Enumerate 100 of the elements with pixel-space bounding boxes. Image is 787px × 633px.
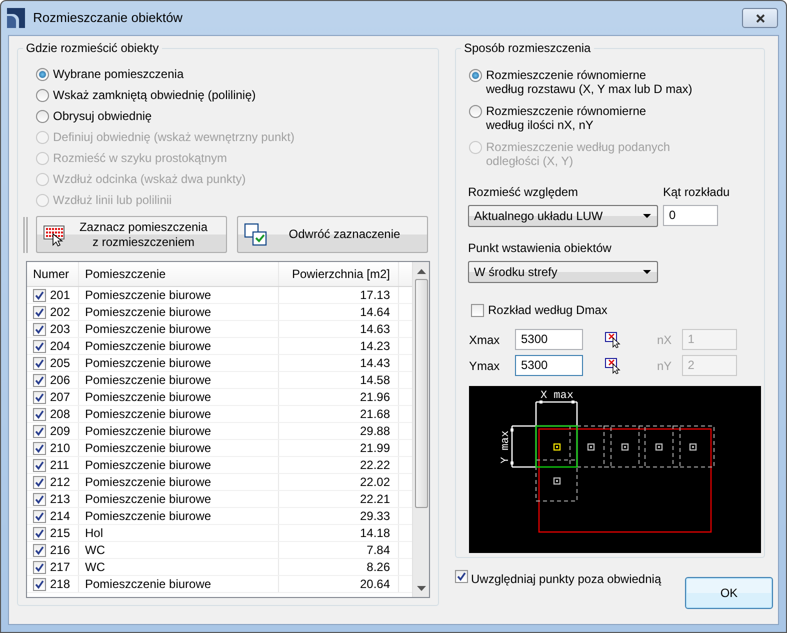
caret-icon (643, 214, 651, 218)
field-label: Punkt wstawienia obiektów (468, 240, 612, 257)
cell-outline (536, 460, 578, 502)
field-label: Ymax (469, 358, 501, 374)
dimension-label: Y max (500, 430, 512, 464)
table-cell: 20.64 (279, 576, 399, 592)
checkbox[interactable] (33, 288, 46, 302)
checkbox[interactable] (33, 526, 46, 540)
ok-button[interactable]: OK (685, 577, 773, 609)
radio-label: Wskaż zamkniętą obwiednię (polilinię) (53, 88, 256, 102)
table-cell: 203 (50, 320, 70, 338)
radio-button[interactable] (36, 68, 49, 81)
radio-button[interactable] (469, 69, 482, 82)
table-cell: 22.22 (279, 457, 399, 473)
table-cell: 214 (50, 508, 70, 524)
checkbox[interactable] (33, 578, 46, 590)
angle-field[interactable]: 0 (663, 205, 718, 226)
table-cell: Pomieszczenie biurowe (79, 576, 279, 592)
field-label: Xmax (469, 332, 501, 348)
table-cell: 29.88 (279, 423, 399, 439)
table-cell: Pomieszczenie biurowe (79, 287, 279, 303)
insertion-point-marker (621, 443, 629, 451)
checkbox[interactable] (33, 322, 46, 336)
pick-icon[interactable] (605, 332, 621, 348)
checkbox[interactable] (33, 390, 46, 404)
column-header[interactable]: Powierzchnia [m2] (279, 262, 399, 286)
table-cell: Pomieszczenie biurowe (79, 372, 279, 388)
table-cell: 14.18 (279, 525, 399, 541)
table-cell: Pomieszczenie biurowe (79, 508, 279, 524)
insertion-point-marker (553, 477, 561, 485)
insertion-point-marker (655, 443, 663, 451)
radio-button[interactable] (36, 89, 49, 102)
table-cell: 8.26 (279, 559, 399, 575)
checkbox[interactable] (33, 356, 46, 370)
scrollbar[interactable] (412, 262, 429, 597)
table-cell: 201 (50, 286, 70, 304)
checkbox[interactable] (33, 442, 46, 454)
checkbox-label: Uwzględniaj punkty poza obwiednią (471, 571, 662, 588)
pick-icon[interactable] (605, 358, 621, 374)
action-button[interactable]: Odwróć zaznaczenie (237, 216, 428, 253)
table-cell: 14.23 (279, 338, 399, 354)
table-cell: 22.02 (279, 474, 399, 490)
caret-icon (643, 270, 651, 274)
insertion-point-marker (553, 443, 561, 451)
checkbox[interactable] (33, 544, 46, 556)
close-button[interactable] (742, 8, 778, 28)
column-header[interactable]: Pomieszczenie (79, 262, 279, 286)
table-cell: 215 (50, 524, 70, 542)
table-cell: Hol (79, 525, 279, 541)
table-cell: 7.84 (279, 542, 399, 558)
column-header[interactable]: Numer (27, 262, 79, 286)
table-cell: 213 (50, 490, 70, 508)
radio-button[interactable] (469, 105, 482, 118)
table-cell: 29.33 (279, 508, 399, 524)
field-label: nX (657, 332, 672, 348)
table-cell: 207 (50, 388, 70, 406)
table-cell: 14.58 (279, 372, 399, 388)
scroll-down-icon[interactable] (416, 586, 426, 591)
table-cell: 204 (50, 338, 70, 354)
radio-label: Obrysuj obwiednię (53, 109, 152, 123)
checkbox[interactable] (33, 560, 46, 574)
radio-label: Wzdłuż odcinka (wskaż dwa punkty) (53, 172, 246, 186)
field-label: Rozmieść względem (468, 184, 580, 201)
checkbox[interactable] (33, 340, 46, 352)
checkbox[interactable] (471, 304, 484, 316)
insertion-point-dropdown[interactable]: W środku strefy (468, 261, 658, 283)
close-icon (756, 14, 764, 22)
value-field[interactable]: 5300 (515, 329, 583, 350)
grip-icon (23, 216, 28, 252)
field-label: Kąt rozkładu (663, 184, 730, 201)
radio-label: Wybrane pomieszczenia (53, 67, 184, 81)
table-cell: 14.43 (279, 355, 399, 371)
radio-label: Wzdłuż linii lub polilinii (53, 193, 172, 207)
cell-outline (604, 426, 646, 468)
table-cell: Pomieszczenie biurowe (79, 440, 279, 456)
group-title: Sposób rozmieszczenia (463, 41, 592, 55)
checkbox[interactable] (33, 408, 46, 420)
table-cell: Pomieszczenie biurowe (79, 423, 279, 439)
checkbox[interactable] (33, 374, 46, 386)
checkbox[interactable] (33, 510, 46, 522)
checkbox[interactable] (33, 476, 46, 488)
action-button[interactable]: Zaznacz pomieszczenia z rozmieszczeniem (36, 216, 227, 253)
field-label: nY (657, 358, 672, 374)
value-field[interactable]: 5300 (515, 355, 583, 376)
cell-outline (672, 426, 714, 468)
table-cell: Pomieszczenie biurowe (79, 338, 279, 354)
checkbox[interactable] (33, 492, 46, 506)
app-icon (7, 8, 25, 28)
group-title: Gdzie rozmieścić obiekty (25, 41, 160, 55)
active-cell-outline (535, 425, 578, 468)
relative-to-dropdown[interactable]: Aktualnego układu LUW (468, 205, 658, 227)
checkbox[interactable] (33, 424, 46, 438)
checkbox[interactable] (455, 570, 468, 583)
checkbox[interactable] (33, 458, 46, 472)
radio-button[interactable] (36, 110, 49, 123)
table-cell: 212 (50, 474, 70, 490)
scroll-up-icon[interactable] (416, 269, 426, 274)
cell-outline (638, 426, 680, 468)
table-cell: 211 (50, 456, 70, 474)
checkbox[interactable] (33, 306, 46, 318)
